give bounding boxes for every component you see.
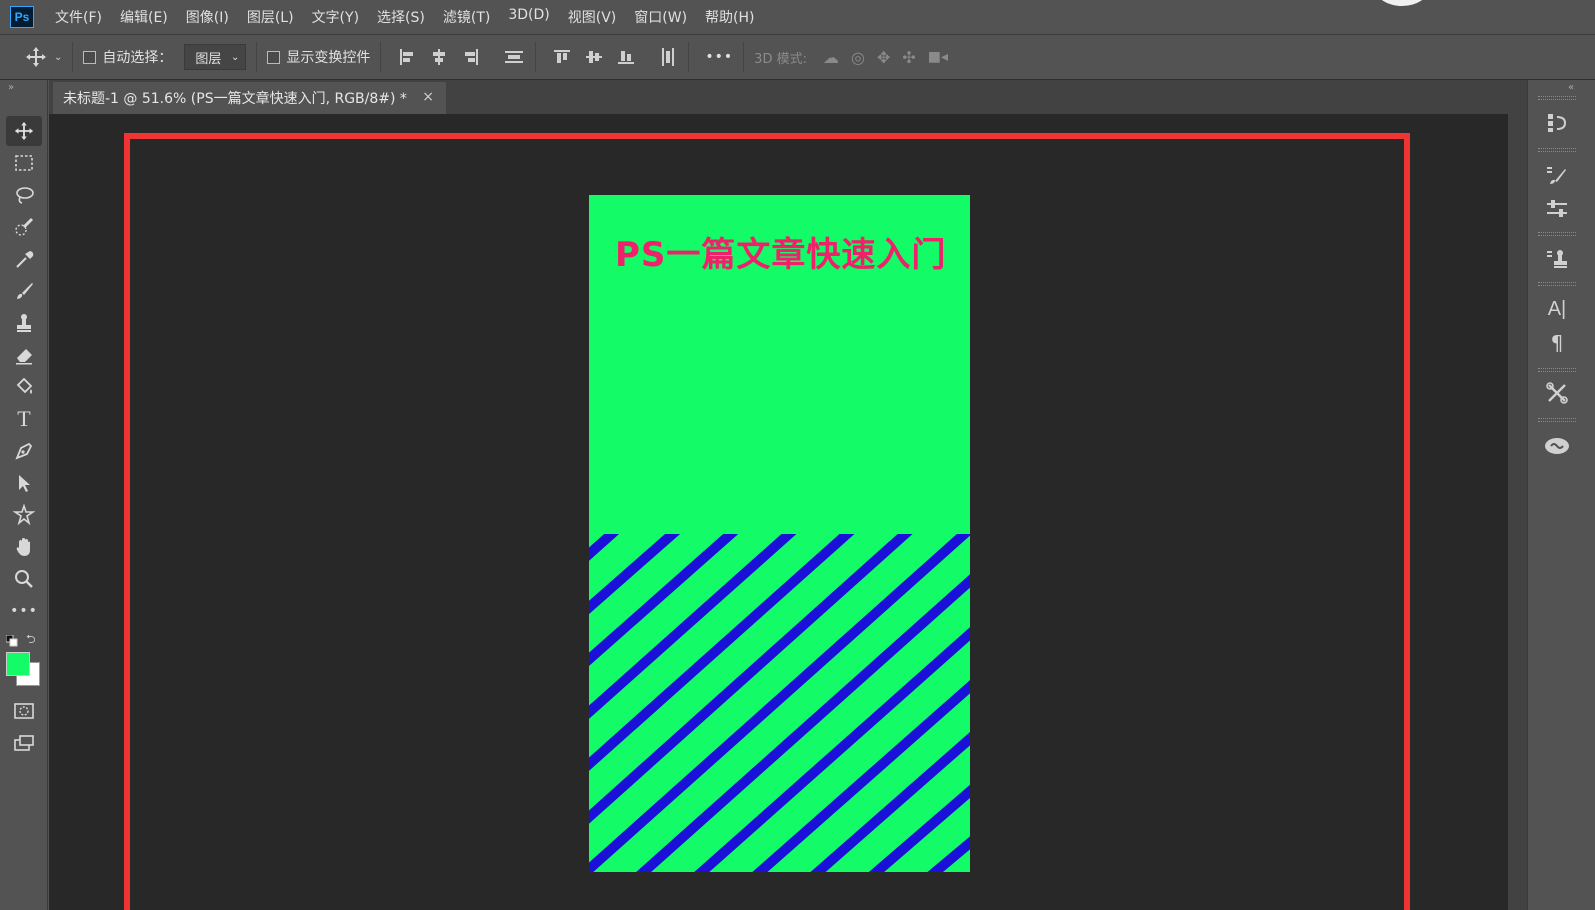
- separator: [256, 42, 258, 72]
- auto-select-checkbox[interactable]: [83, 50, 97, 64]
- dock-divider[interactable]: [1508, 80, 1527, 910]
- slide-3d-icon[interactable]: ✣: [902, 48, 915, 67]
- options-bar: ⌄ 自动选择： 图层 ⌄ 显示变换控件 ••• 3D 模式: ☁ ◎ ✥ ✣ ■…: [0, 34, 1595, 80]
- chevron-down-icon[interactable]: ⌄: [54, 52, 62, 63]
- type-tool-icon[interactable]: T: [6, 404, 42, 434]
- swap-colors-icon[interactable]: ⮌: [26, 630, 36, 651]
- photoshop-logo: Ps: [10, 6, 34, 28]
- align-bottom-icon[interactable]: [616, 47, 636, 67]
- distribute-horizontal-icon[interactable]: [503, 47, 525, 67]
- character-panel-icon[interactable]: A|: [1536, 294, 1578, 324]
- paint-bucket-tool-icon[interactable]: [6, 372, 42, 402]
- menu-layer[interactable]: 图层(L): [247, 7, 294, 27]
- auto-select-label: 自动选择：: [102, 50, 173, 66]
- menu-file[interactable]: 文件(F): [55, 7, 102, 27]
- panel-grip[interactable]: [1538, 96, 1576, 100]
- camera-3d-icon[interactable]: ■◂: [928, 49, 948, 65]
- separator: [535, 42, 537, 72]
- foreground-color-swatch[interactable]: [6, 652, 30, 676]
- zoom-tool-icon[interactable]: [6, 564, 42, 594]
- menu-items: 文件(F) 编辑(E) 图像(I) 图层(L) 文字(Y) 选择(S) 滤镜(T…: [55, 7, 773, 27]
- history-panel-icon[interactable]: [1536, 108, 1578, 138]
- clone-source-icon[interactable]: [1536, 244, 1578, 274]
- custom-shape-tool-icon[interactable]: [6, 500, 42, 530]
- align-right-icon[interactable]: [461, 47, 481, 67]
- quick-select-tool-icon[interactable]: [6, 212, 42, 242]
- move-tool-preset-icon[interactable]: [24, 45, 48, 69]
- default-colors-icon[interactable]: [5, 632, 18, 647]
- stamp-tool-icon[interactable]: [6, 308, 42, 338]
- panel-grip[interactable]: [1538, 232, 1576, 236]
- document-tab[interactable]: 未标题-1 @ 51.6% (PS一篇文章快速入门, RGB/8#) * ×: [53, 82, 446, 114]
- align-top-icon[interactable]: [552, 47, 572, 67]
- creative-cloud-libraries-icon[interactable]: [1536, 430, 1578, 460]
- menu-window[interactable]: 窗口(W): [634, 7, 687, 27]
- separator: [72, 42, 74, 72]
- eraser-tool-icon[interactable]: [6, 340, 42, 370]
- panel-grip[interactable]: [1538, 148, 1576, 152]
- document-tab-title: 未标题-1 @ 51.6% (PS一篇文章快速入门, RGB/8#) *: [63, 91, 407, 107]
- quick-mask-icon[interactable]: [6, 696, 42, 726]
- distribute-vertical-icon[interactable]: [658, 46, 678, 68]
- hand-tool-icon[interactable]: [6, 532, 42, 562]
- document-tab-strip: 未标题-1 @ 51.6% (PS一篇文章快速入门, RGB/8#) * ×: [49, 80, 1527, 114]
- brush-settings-icon[interactable]: [1536, 160, 1578, 190]
- more-tools-icon[interactable]: •••: [6, 596, 42, 626]
- menu-view[interactable]: 视图(V): [568, 7, 617, 27]
- menu-select[interactable]: 选择(S): [377, 7, 425, 27]
- menu-type[interactable]: 文字(Y): [312, 7, 359, 27]
- tool-presets-icon[interactable]: [1536, 378, 1578, 408]
- align-vcenter-icon[interactable]: [584, 47, 604, 67]
- adjustments-icon[interactable]: [1536, 194, 1578, 224]
- panel-grip[interactable]: [1538, 282, 1576, 286]
- separator: [380, 42, 382, 72]
- menu-bar: Ps 文件(F) 编辑(E) 图像(I) 图层(L) 文字(Y) 选择(S) 滤…: [0, 0, 1595, 34]
- poster-title-text[interactable]: PS一篇文章快速入门: [615, 227, 946, 276]
- screen-mode-icon[interactable]: [6, 728, 42, 758]
- align-left-icon[interactable]: [397, 47, 417, 67]
- menu-help[interactable]: 帮助(H): [705, 7, 754, 27]
- paragraph-panel-icon[interactable]: ¶: [1536, 328, 1578, 358]
- menu-filter[interactable]: 滤镜(T): [443, 7, 490, 27]
- close-icon[interactable]: ×: [422, 89, 434, 105]
- align-hcenter-icon[interactable]: [429, 47, 449, 67]
- menu-3d[interactable]: 3D(D): [508, 7, 549, 27]
- path-select-tool-icon[interactable]: [6, 468, 42, 498]
- marquee-tool-icon[interactable]: [6, 148, 42, 178]
- mode-3d-label: 3D 模式:: [754, 51, 807, 67]
- more-options-icon[interactable]: •••: [705, 49, 733, 65]
- right-panel-dock: « A| ¶: [1527, 80, 1595, 910]
- tools-panel: » T ••• ⮌: [0, 80, 48, 910]
- auto-select-dropdown[interactable]: 图层 ⌄: [184, 44, 247, 70]
- expand-panels-icon[interactable]: «: [1568, 82, 1574, 93]
- auto-select-value: 图层: [195, 51, 222, 67]
- menu-image[interactable]: 图像(I): [186, 7, 229, 27]
- collapse-icon[interactable]: »: [8, 82, 14, 93]
- separator: [743, 42, 745, 72]
- move-tool-icon[interactable]: [6, 116, 42, 146]
- eyedropper-tool-icon[interactable]: [6, 244, 42, 274]
- chevron-down-icon: ⌄: [231, 51, 240, 63]
- menu-edit[interactable]: 编辑(E): [120, 7, 168, 27]
- account-avatar[interactable]: [1375, 0, 1429, 6]
- poster-canvas[interactable]: PS一篇文章快速入门: [589, 195, 970, 872]
- panel-grip[interactable]: [1538, 368, 1576, 372]
- orbit-3d-icon[interactable]: ☁: [823, 48, 839, 67]
- pan-3d-icon[interactable]: ✥: [877, 48, 890, 67]
- panel-grip[interactable]: [1538, 418, 1576, 422]
- pen-tool-icon[interactable]: [6, 436, 42, 466]
- show-transform-checkbox[interactable]: [267, 50, 281, 64]
- brush-tool-icon[interactable]: [6, 276, 42, 306]
- diagonal-stripes-pattern: [589, 534, 970, 872]
- lasso-tool-icon[interactable]: [6, 180, 42, 210]
- canvas-workspace[interactable]: PS一篇文章快速入门: [49, 114, 1508, 910]
- show-transform-label: 显示变换控件: [286, 50, 371, 66]
- separator: [688, 42, 690, 72]
- roll-3d-icon[interactable]: ◎: [851, 48, 865, 67]
